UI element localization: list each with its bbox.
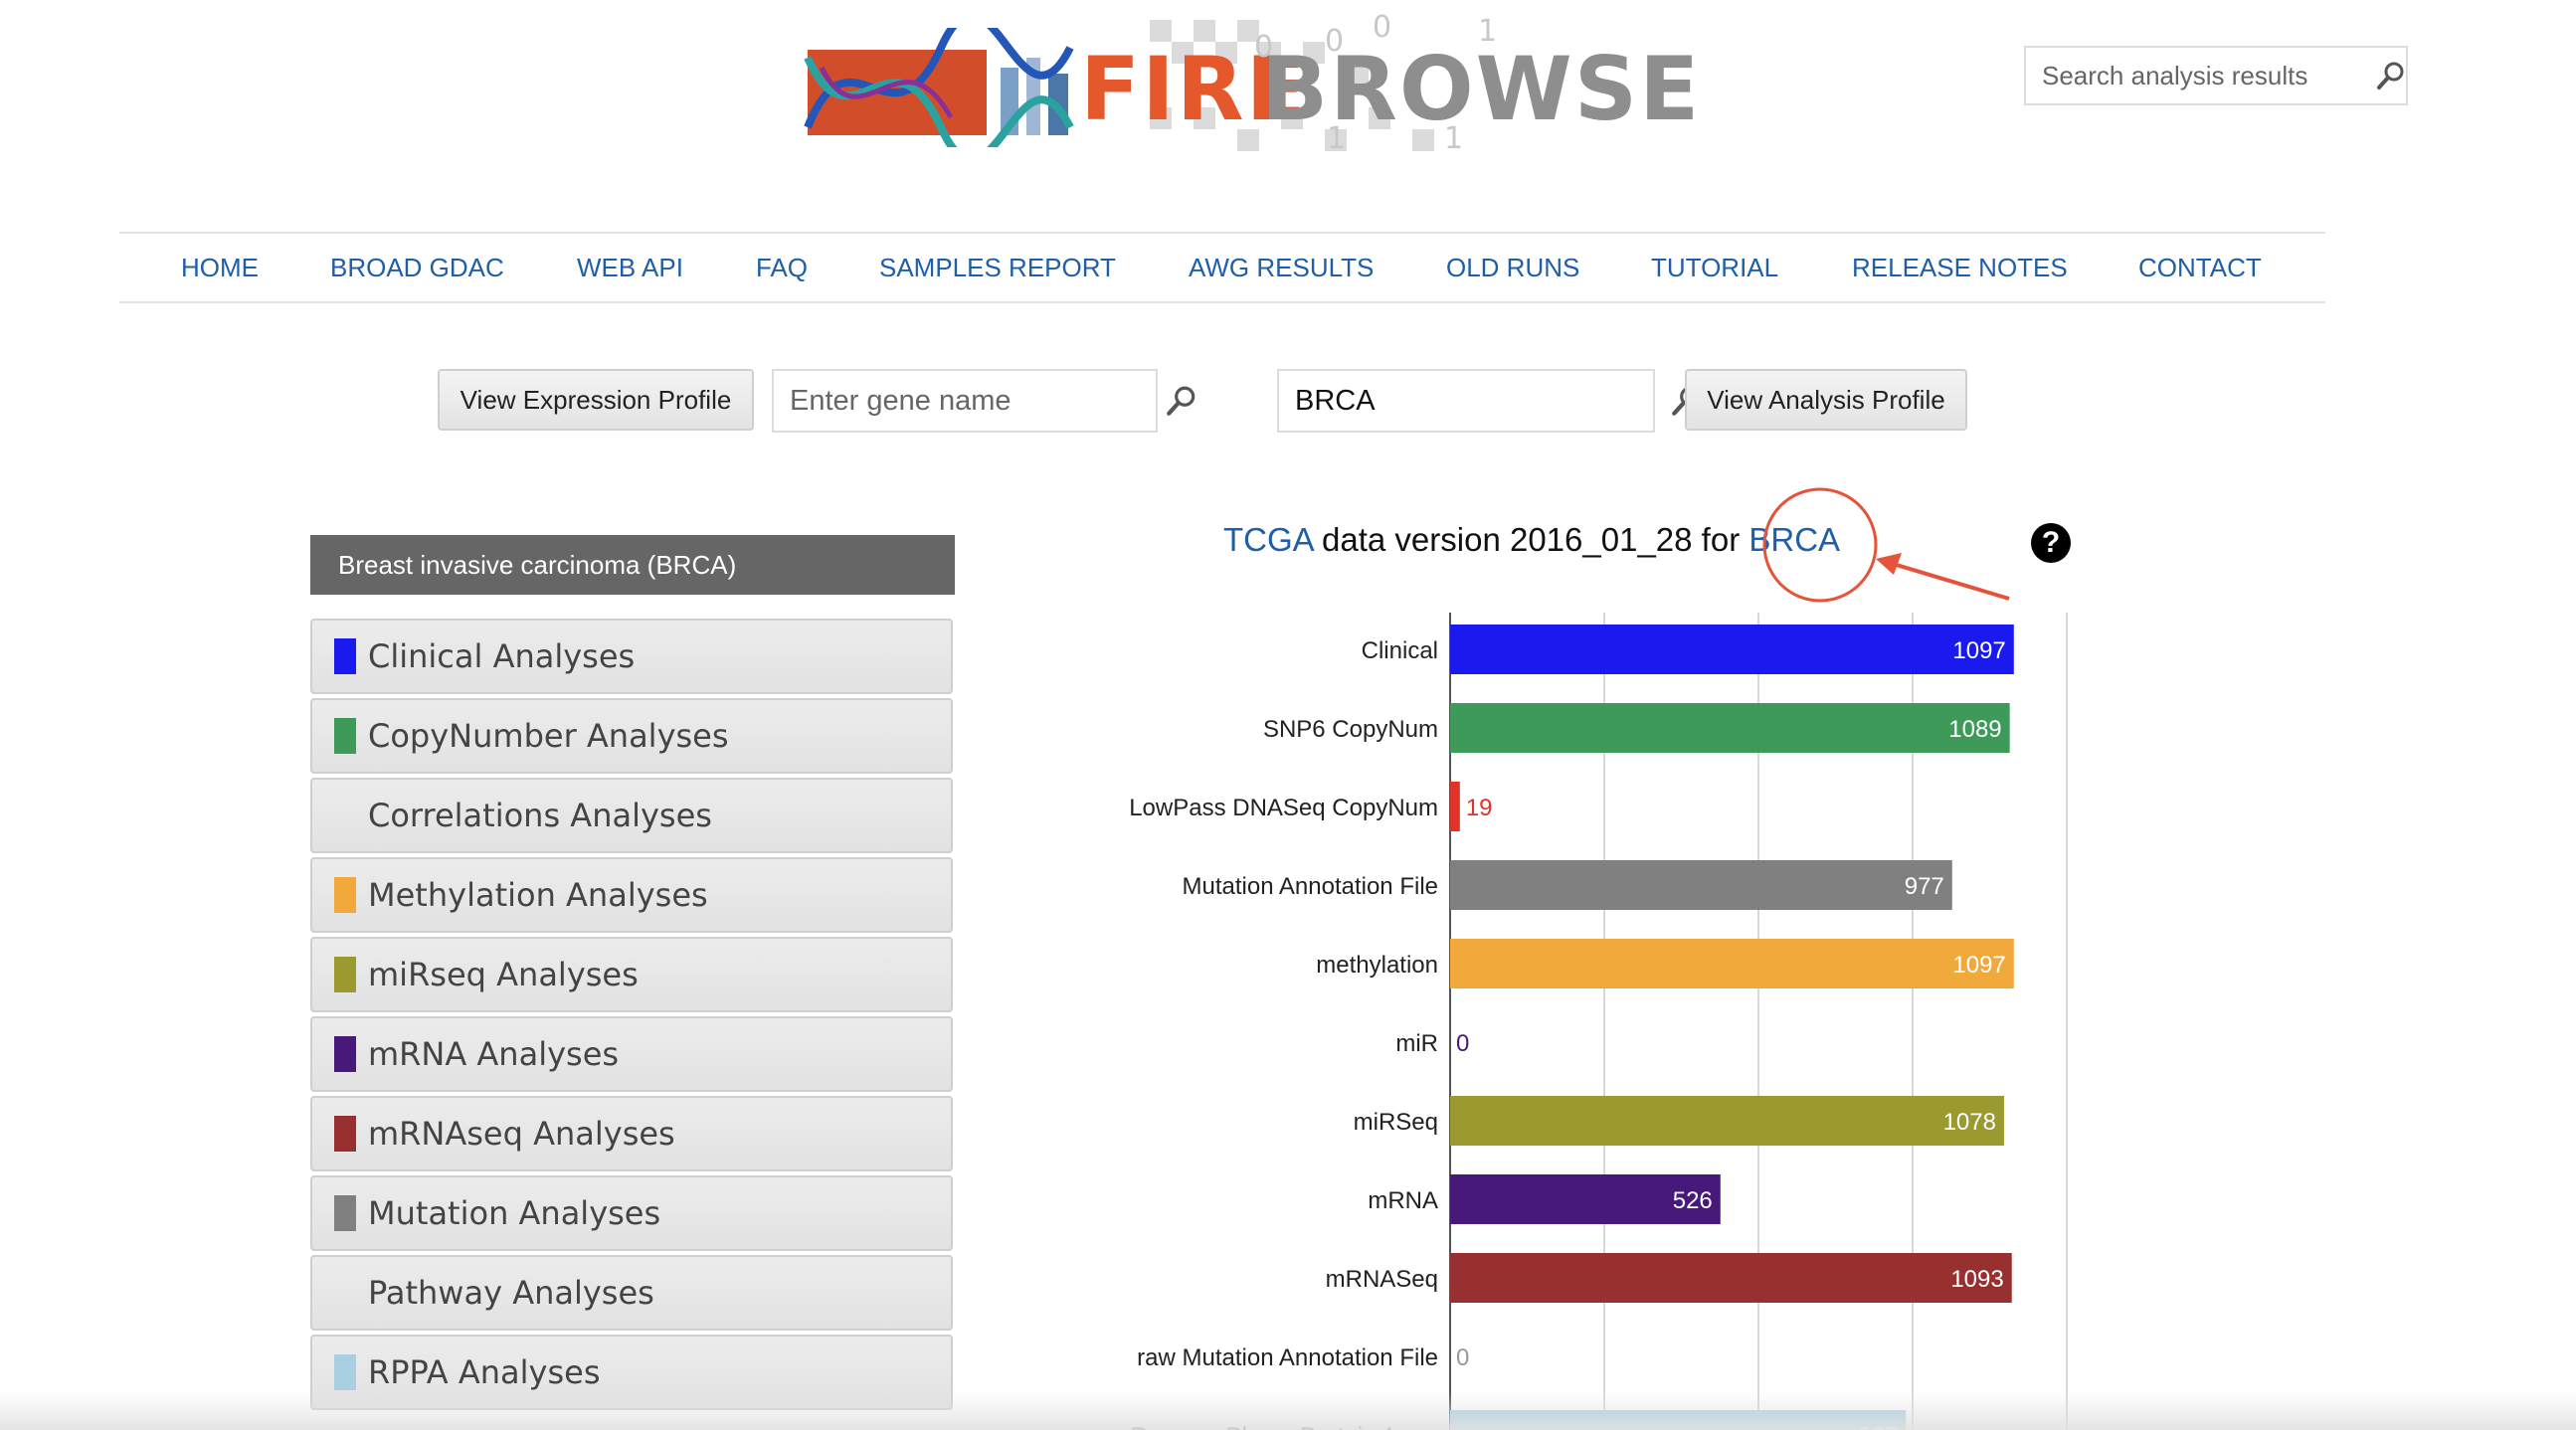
- chart-bar: [1450, 860, 1952, 910]
- analysis-search-input[interactable]: [2026, 48, 2375, 103]
- chart-category-label: Clinical: [1362, 637, 1438, 664]
- analysis-search-box[interactable]: [2024, 46, 2408, 105]
- logo-digit: 1: [1444, 121, 1464, 156]
- nav-release-notes[interactable]: RELEASE NOTES: [1852, 234, 2068, 301]
- chart-value-label: 1078: [1943, 1109, 1996, 1136]
- nav-samples-report[interactable]: SAMPLES REPORT: [879, 234, 1116, 301]
- chart-bar: [1450, 703, 2010, 753]
- help-icon[interactable]: ?: [2031, 523, 2071, 563]
- nav-old-runs[interactable]: OLD RUNS: [1446, 234, 1579, 301]
- nav-home[interactable]: HOME: [181, 234, 259, 301]
- analysis-item-label: miRseq Analyses: [368, 956, 639, 993]
- chart-category-label: methylation: [1316, 952, 1438, 979]
- chart-value-label: 19: [1466, 795, 1493, 821]
- analysis-item-mirseq[interactable]: miRseq Analyses: [310, 937, 953, 1012]
- color-swatch: [334, 1275, 356, 1311]
- analysis-item-label: CopyNumber Analyses: [368, 717, 729, 755]
- chart-bar: [1450, 1253, 2012, 1303]
- analysis-list: Clinical Analyses CopyNumber Analyses Co…: [310, 619, 953, 1414]
- chart-value-label: 1089: [1948, 716, 2001, 743]
- chart-value-label: 526: [1673, 1187, 1713, 1214]
- chart-bar: [1450, 782, 1460, 831]
- chart-value-label: 977: [1905, 873, 1944, 900]
- search-icon[interactable]: [2375, 48, 2407, 103]
- analysis-item-mrnaseq[interactable]: mRNAseq Analyses: [310, 1096, 953, 1171]
- cohort-title: Breast invasive carcinoma (BRCA): [310, 535, 955, 595]
- gene-name-input[interactable]: [774, 371, 1165, 431]
- color-swatch: [334, 1354, 356, 1390]
- dna-helix-icon: [804, 28, 1074, 147]
- chart-bar: [1450, 1174, 1721, 1224]
- chart-category-label: Mutation Annotation File: [1183, 873, 1439, 900]
- chart-category-label: mRNA: [1368, 1187, 1438, 1214]
- nav-web-api[interactable]: WEB API: [577, 234, 683, 301]
- chart-bar: [1450, 939, 2014, 988]
- main-nav: HOME BROAD GDAC WEB API FAQ SAMPLES REPO…: [119, 232, 2325, 303]
- logo-digit: 0: [1373, 10, 1392, 45]
- analysis-item-label: Mutation Analyses: [368, 1194, 661, 1232]
- annotation-arrow: [1889, 561, 2010, 601]
- annotation-arrowhead: [1876, 553, 1902, 575]
- color-swatch: [334, 718, 356, 754]
- chart-category-label: miR: [1395, 1030, 1438, 1057]
- nav-faq[interactable]: FAQ: [756, 234, 808, 301]
- color-swatch: [334, 1036, 356, 1072]
- chart-category-label: mRNASeq: [1326, 1266, 1438, 1293]
- chart-value-label: 1097: [1952, 637, 2005, 664]
- gene-search-box[interactable]: [772, 369, 1196, 433]
- color-swatch: [334, 1195, 356, 1231]
- chart-bar: [1450, 1096, 2004, 1146]
- analysis-item-mutation[interactable]: Mutation Analyses: [310, 1175, 953, 1251]
- logo-digit: 1: [1478, 14, 1498, 49]
- view-analysis-profile-button[interactable]: View Analysis Profile: [1685, 369, 1967, 431]
- logo-digit: 0: [1254, 30, 1274, 65]
- chart-bar: [1450, 625, 2014, 674]
- logo-digit: 1: [1327, 121, 1347, 156]
- cohort-link[interactable]: BRCA: [1748, 521, 1840, 558]
- analysis-item-label: Correlations Analyses: [368, 797, 712, 834]
- analysis-item-label: Clinical Analyses: [368, 637, 636, 675]
- color-swatch: [334, 638, 356, 674]
- nav-tutorial[interactable]: TUTORIAL: [1651, 234, 1778, 301]
- firebrowse-logo[interactable]: FIRE BROWSE 0 1 0 0 1 1 0: [802, 10, 1699, 159]
- analysis-item-pathway[interactable]: Pathway Analyses: [310, 1255, 953, 1331]
- color-swatch: [334, 798, 356, 833]
- color-swatch: [334, 1116, 356, 1152]
- analysis-item-correlations[interactable]: Correlations Analyses: [310, 778, 953, 853]
- analysis-item-clinical[interactable]: Clinical Analyses: [310, 619, 953, 694]
- chart-value-label: 1093: [1950, 1266, 2003, 1293]
- chart-category-label: raw Mutation Annotation File: [1137, 1344, 1438, 1371]
- analysis-item-label: Pathway Analyses: [368, 1274, 654, 1312]
- bottom-fade: [0, 1392, 2576, 1430]
- chart-value-label: 0: [1456, 1344, 1469, 1371]
- analysis-item-label: mRNA Analyses: [368, 1035, 620, 1073]
- nav-awg-results[interactable]: AWG RESULTS: [1189, 234, 1374, 301]
- analysis-item-methylation[interactable]: Methylation Analyses: [310, 857, 953, 933]
- chart-category-label: miRSeq: [1354, 1109, 1438, 1136]
- color-swatch: [334, 957, 356, 992]
- analysis-item-label: Methylation Analyses: [368, 876, 708, 914]
- analysis-item-label: RPPA Analyses: [368, 1353, 601, 1391]
- logo-digit: 0: [1325, 24, 1345, 59]
- analysis-item-copynumber[interactable]: CopyNumber Analyses: [310, 698, 953, 774]
- chart-value-label: 0: [1456, 1030, 1469, 1057]
- nav-broad-gdac[interactable]: BROAD GDAC: [330, 234, 504, 301]
- chart-value-label: 1097: [1952, 952, 2005, 979]
- nav-contact[interactable]: CONTACT: [2138, 234, 2262, 301]
- analysis-item-mrna[interactable]: mRNA Analyses: [310, 1016, 953, 1092]
- chart-category-label: SNP6 CopyNum: [1263, 716, 1438, 743]
- cohort-input[interactable]: [1279, 371, 1670, 431]
- chart-title: TCGA data version 2016_01_28 for BRCA: [1223, 521, 1840, 559]
- view-expression-profile-button[interactable]: View Expression Profile: [438, 369, 754, 431]
- cohort-search-box[interactable]: [1277, 369, 1701, 433]
- analysis-item-label: mRNAseq Analyses: [368, 1115, 675, 1153]
- color-swatch: [334, 877, 356, 913]
- search-icon[interactable]: [1165, 371, 1198, 431]
- tcga-link[interactable]: TCGA: [1223, 521, 1313, 558]
- chart-title-text: data version 2016_01_28 for: [1312, 521, 1749, 558]
- chart-category-label: LowPass DNASeq CopyNum: [1129, 795, 1438, 821]
